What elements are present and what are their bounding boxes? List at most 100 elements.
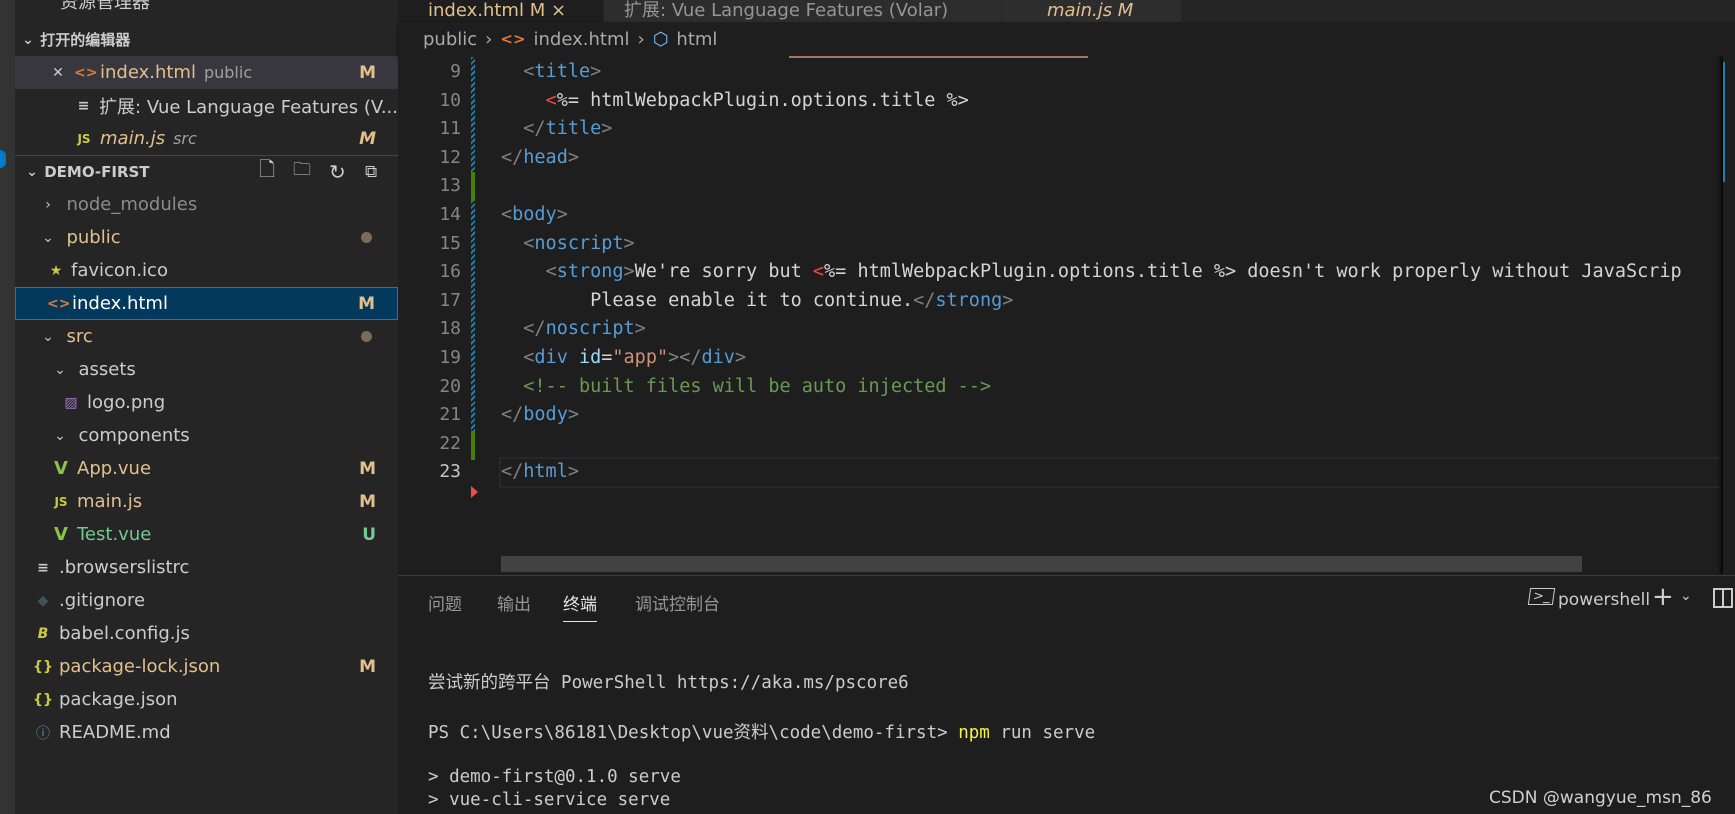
explorer-title-text: 资源管理器 — [60, 0, 150, 13]
tab-index-html[interactable]: index.html M × — [398, 0, 603, 22]
line-number: 15 — [439, 232, 461, 254]
code-token: > — [623, 261, 635, 283]
line-number: 10 — [439, 89, 461, 111]
code-token: "app" — [612, 347, 669, 368]
tab-extension-volar[interactable]: 扩展: Vue Language Features (Volar) — [603, 0, 1001, 22]
item-name: assets — [78, 359, 136, 380]
tab-main-js[interactable]: main.js M — [1001, 0, 1181, 22]
tree-item-logo[interactable]: ▨ logo.png — [15, 386, 398, 419]
tree-item-package-lock[interactable]: {} package-lock.json M — [15, 650, 398, 683]
deleted-gutter-marker — [471, 486, 478, 498]
tab-problems[interactable]: 问题 — [428, 590, 462, 615]
code-token: %= htmlWebpackPlugin.options.title %> do… — [824, 261, 1682, 283]
chevron-right-icon: › — [637, 28, 645, 50]
breadcrumb-folder[interactable]: public — [423, 29, 477, 50]
split-terminal-icon[interactable] — [1713, 588, 1733, 608]
modified-dot — [361, 232, 372, 243]
code-line: </body> — [501, 400, 579, 429]
code-token: > — [1002, 289, 1014, 311]
new-folder-icon[interactable]: 🗀 — [293, 157, 311, 187]
tree-item-app-vue[interactable]: V App.vue M — [15, 452, 398, 485]
new-file-icon[interactable]: 🗋 — [259, 155, 275, 189]
code-line: <body> — [501, 200, 568, 229]
chevron-down-icon[interactable]: ⌄ — [1680, 588, 1692, 604]
html-file-icon: <> — [47, 295, 71, 312]
code-line: </head> — [501, 143, 579, 172]
code-token: > — [734, 347, 747, 368]
refresh-icon[interactable]: ↻ — [329, 160, 346, 184]
code-editor[interactable]: 9 < title > 10 < %= htmlWebpackPlugin.option… — [398, 56, 1735, 575]
item-name: babel.config.js — [59, 623, 190, 644]
tab-output[interactable]: 输出 — [497, 590, 531, 615]
code-token: body — [523, 404, 568, 426]
tree-item-assets[interactable]: ⌄ assets — [15, 353, 398, 386]
tree-item-main-js[interactable]: JS main.js M — [15, 485, 398, 518]
git-status: M — [359, 458, 376, 479]
horizontal-scrollbar[interactable] — [501, 556, 1582, 572]
item-name: logo.png — [87, 392, 166, 413]
workspace-header[interactable]: ⌄ DEMO-FIRST 🗋 🗀 ↻ ⧉ — [15, 155, 398, 188]
code-token: Please enable it to continue. — [501, 289, 914, 311]
git-status: M — [359, 491, 376, 512]
open-editor-index-html[interactable]: ✕ <> index.html public M — [15, 56, 398, 89]
tree-item-readme[interactable]: ⓘ README.md — [15, 716, 398, 749]
file-name: index.html — [100, 62, 196, 83]
terminal-shell-selector[interactable]: powershell — [1558, 590, 1650, 610]
modified-gutter — [471, 201, 475, 431]
tab-label: 扩展: Vue Language Features (Volar) — [624, 0, 949, 21]
line-number: 22 — [439, 432, 461, 454]
tree-item-package-json[interactable]: {} package.json — [15, 683, 398, 716]
code-token: ></ — [668, 347, 702, 368]
tree-item-test-vue[interactable]: V Test.vue U — [15, 518, 398, 551]
tree-item-index-html[interactable]: <> index.html M — [15, 287, 398, 320]
collapse-all-icon[interactable]: ⧉ — [365, 162, 377, 182]
json-icon: {} — [33, 658, 53, 675]
code-token: < — [545, 261, 557, 283]
modified-dot — [361, 331, 372, 342]
breadcrumb-file[interactable]: index.html — [534, 29, 630, 50]
tree-item-babel[interactable]: Bbabel.config.js — [15, 617, 398, 650]
code-token: < — [501, 204, 513, 225]
html-file-icon: <> — [74, 64, 98, 81]
terminal-icon: >_ — [1527, 588, 1556, 605]
tree-item-components[interactable]: ⌄ components — [15, 419, 398, 452]
code-token: noscript — [545, 318, 635, 340]
tab-debug-console[interactable]: 调试控制台 — [635, 590, 720, 615]
line-number: 12 — [439, 146, 461, 168]
tree-item-node-modules[interactable]: › node_modules — [15, 188, 398, 221]
tab-terminal[interactable]: 终端 — [563, 590, 597, 622]
tree-item-favicon[interactable]: ★ favicon.ico — [15, 254, 398, 287]
lines-icon: ≡ — [77, 97, 90, 114]
close-icon[interactable]: ✕ — [48, 65, 68, 81]
new-terminal-plus-icon[interactable]: + — [1652, 582, 1674, 612]
code-token: div — [534, 347, 568, 368]
breadcrumb-symbol[interactable]: html — [676, 29, 717, 50]
explorer-title: 资源管理器 — [15, 0, 398, 17]
tree-item-browserslistrc[interactable]: ≡ .browserslistrc — [15, 551, 398, 584]
js-file-icon: JS — [77, 131, 91, 146]
minimap[interactable] — [1723, 56, 1735, 575]
item-name: main.js — [77, 491, 143, 512]
tree-item-src[interactable]: ⌄ src — [15, 320, 398, 353]
symbol-cube-icon: ⬡ — [652, 28, 669, 50]
open-editor-extension[interactable]: ≡ 扩展: Vue Language Features (V... — [15, 89, 398, 122]
html-file-icon: <> — [500, 30, 526, 48]
chevron-down-icon: ⌄ — [22, 31, 34, 48]
line-number: 9 — [450, 61, 461, 82]
workspace-title: DEMO-FIRST — [44, 162, 150, 181]
code-token: html — [523, 461, 568, 483]
item-name: public — [66, 227, 121, 248]
terminal-prompt: PS C:\Users\86181\Desktop\vue资料\code\dem… — [428, 723, 959, 743]
accounts-badge[interactable] — [0, 150, 6, 168]
item-name: favicon.ico — [71, 260, 168, 281]
code-token: title — [534, 61, 591, 82]
open-editors-header[interactable]: ⌄ 打开的编辑器 — [15, 23, 398, 56]
item-name: package-lock.json — [59, 656, 221, 677]
tree-item-gitignore[interactable]: ◆ .gitignore — [15, 584, 398, 617]
file-name: 扩展: Vue Language Features (V... — [99, 96, 398, 118]
babel-icon: B — [37, 625, 49, 642]
open-editor-main-js[interactable]: JS main.js src M — [15, 122, 398, 155]
tree-item-public[interactable]: ⌄ public — [15, 221, 398, 254]
code-token: = — [601, 347, 613, 368]
